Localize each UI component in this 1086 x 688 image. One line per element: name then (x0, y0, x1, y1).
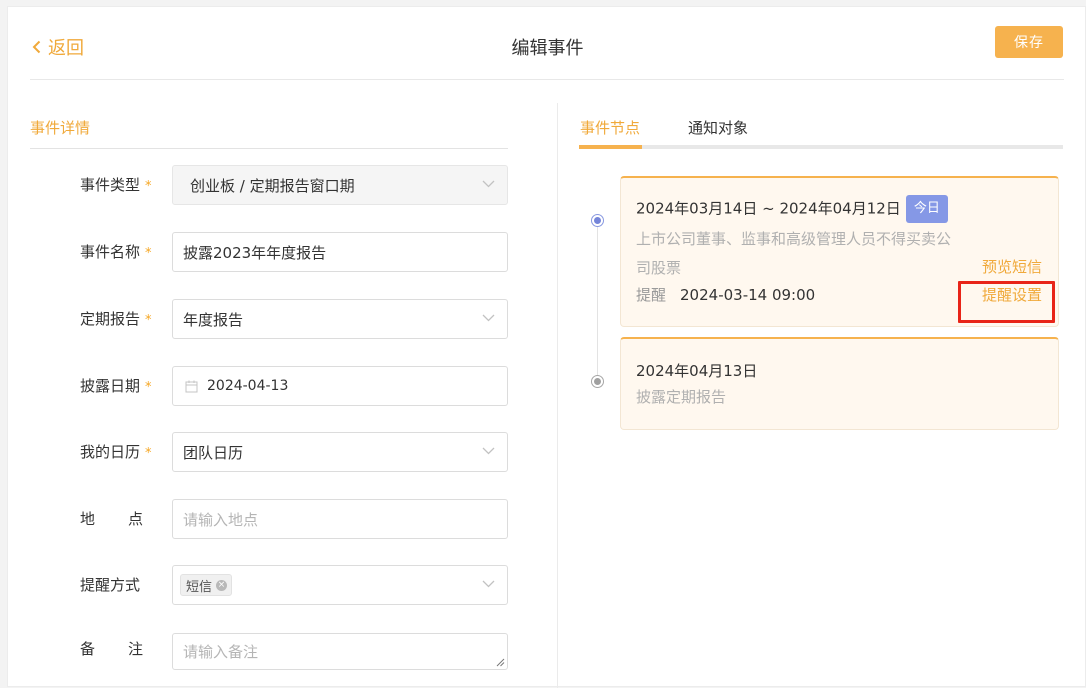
disclosure-date-row: 披露日期 * 2024-04-13 (8, 366, 528, 406)
back-link[interactable]: 返回 (32, 34, 84, 60)
save-button[interactable]: 保存 (995, 26, 1063, 58)
today-badge: 今日 (905, 195, 948, 223)
tab-event-nodes[interactable]: 事件节点 (580, 117, 640, 138)
tag-close-icon[interactable]: × (216, 579, 228, 591)
back-label: 返回 (48, 38, 84, 59)
location-label: 地点 (80, 510, 144, 528)
event-type-row: 事件类型 * 创业板 / 定期报告窗口期 (8, 165, 528, 205)
location-input[interactable]: 请输入地点 (172, 499, 508, 539)
my-calendar-select[interactable]: 团队日历 (172, 432, 508, 472)
disclosure-date-label: 披露日期 * (80, 377, 152, 395)
remark-label: 备注 (80, 640, 144, 658)
event-name-row: 事件名称 * 披露2023年年度报告 (8, 232, 528, 272)
chevron-left-icon (32, 40, 41, 54)
required-mark: * (145, 313, 152, 328)
location-placeholder: 请输入地点 (183, 510, 259, 529)
timeline-line (597, 220, 598, 382)
event-name-input[interactable]: 披露2023年年度报告 (172, 232, 508, 272)
remark-textarea[interactable]: 请输入备注 (172, 633, 508, 670)
section-title: 事件详情 (30, 119, 91, 137)
timeline-dot-active (591, 214, 604, 227)
remind-method-row: 提醒方式 短信 × (8, 565, 528, 605)
remark-placeholder: 请输入备注 (183, 643, 259, 661)
timeline-node: 2024年03月14日 ~ 2024年04月12日 今日 上市公司董事、监事和高级… (620, 176, 1059, 327)
my-calendar-label: 我的日历 * (80, 443, 152, 461)
section-divider (30, 148, 508, 149)
preview-sms-link[interactable]: 预览短信 (982, 256, 1042, 277)
event-type-select[interactable]: 创业板 / 定期报告窗口期 (172, 165, 508, 205)
required-mark: * (145, 179, 152, 194)
timeline-node: 2024年04月13日 披露定期报告 (620, 337, 1059, 430)
timeline-dot (591, 375, 604, 388)
chevron-down-icon (482, 314, 495, 322)
remark-row: 备注 请输入备注 (8, 633, 528, 673)
required-mark: * (145, 380, 152, 395)
chevron-down-icon (482, 447, 495, 455)
remind-settings-link[interactable]: 提醒设置 (982, 284, 1042, 305)
remind-info: 提醒 2024-03-14 09:00 (636, 286, 816, 304)
periodic-report-select[interactable]: 年度报告 (172, 299, 508, 339)
page-title: 编辑事件 (511, 38, 584, 59)
node-date: 2024年03月14日 ~ 2024年04月12日 今日 (636, 195, 948, 223)
my-calendar-value: 团队日历 (183, 443, 244, 462)
tab-active-indicator (579, 145, 642, 149)
node-date: 2024年04月13日 (636, 362, 758, 380)
periodic-report-label: 定期报告 * (80, 310, 152, 328)
event-name-value: 披露2023年年度报告 (183, 243, 327, 262)
disclosure-date-value: 2024-04-13 (207, 378, 289, 394)
disclosure-date-picker[interactable]: 2024-04-13 (172, 366, 508, 406)
remind-method-select[interactable]: 短信 × (172, 565, 508, 605)
chevron-down-icon (482, 180, 495, 188)
tab-notify-targets[interactable]: 通知对象 (688, 117, 748, 138)
calendar-icon (185, 380, 198, 392)
location-row: 地点 请输入地点 (8, 499, 528, 539)
periodic-report-row: 定期报告 * 年度报告 (8, 299, 528, 339)
required-mark: * (145, 446, 152, 461)
event-type-value: 创业板 / 定期报告窗口期 (190, 176, 355, 195)
header-divider (30, 79, 1064, 80)
periodic-report-value: 年度报告 (183, 310, 244, 329)
node-description: 上市公司董事、监事和高级管理人员不得买卖公 司股票 (636, 230, 952, 277)
remind-method-label: 提醒方式 (80, 576, 141, 594)
tab-bar (579, 145, 1063, 149)
node-description: 披露定期报告 (636, 388, 727, 406)
chevron-down-icon (482, 580, 495, 588)
my-calendar-row: 我的日历 * 团队日历 (8, 432, 528, 472)
event-type-label: 事件类型 * (80, 176, 152, 194)
edit-event-card: 返回 编辑事件 保存 事件详情 事件类型 * 创业板 / 定期报告窗口期 事件名称… (7, 6, 1086, 688)
column-divider (557, 103, 558, 688)
event-name-label: 事件名称 * (80, 243, 152, 261)
required-mark: * (145, 246, 152, 261)
sms-tag-label: 短信 (186, 579, 213, 595)
sms-tag: 短信 × (180, 574, 233, 596)
resize-handle-icon[interactable] (496, 658, 505, 667)
